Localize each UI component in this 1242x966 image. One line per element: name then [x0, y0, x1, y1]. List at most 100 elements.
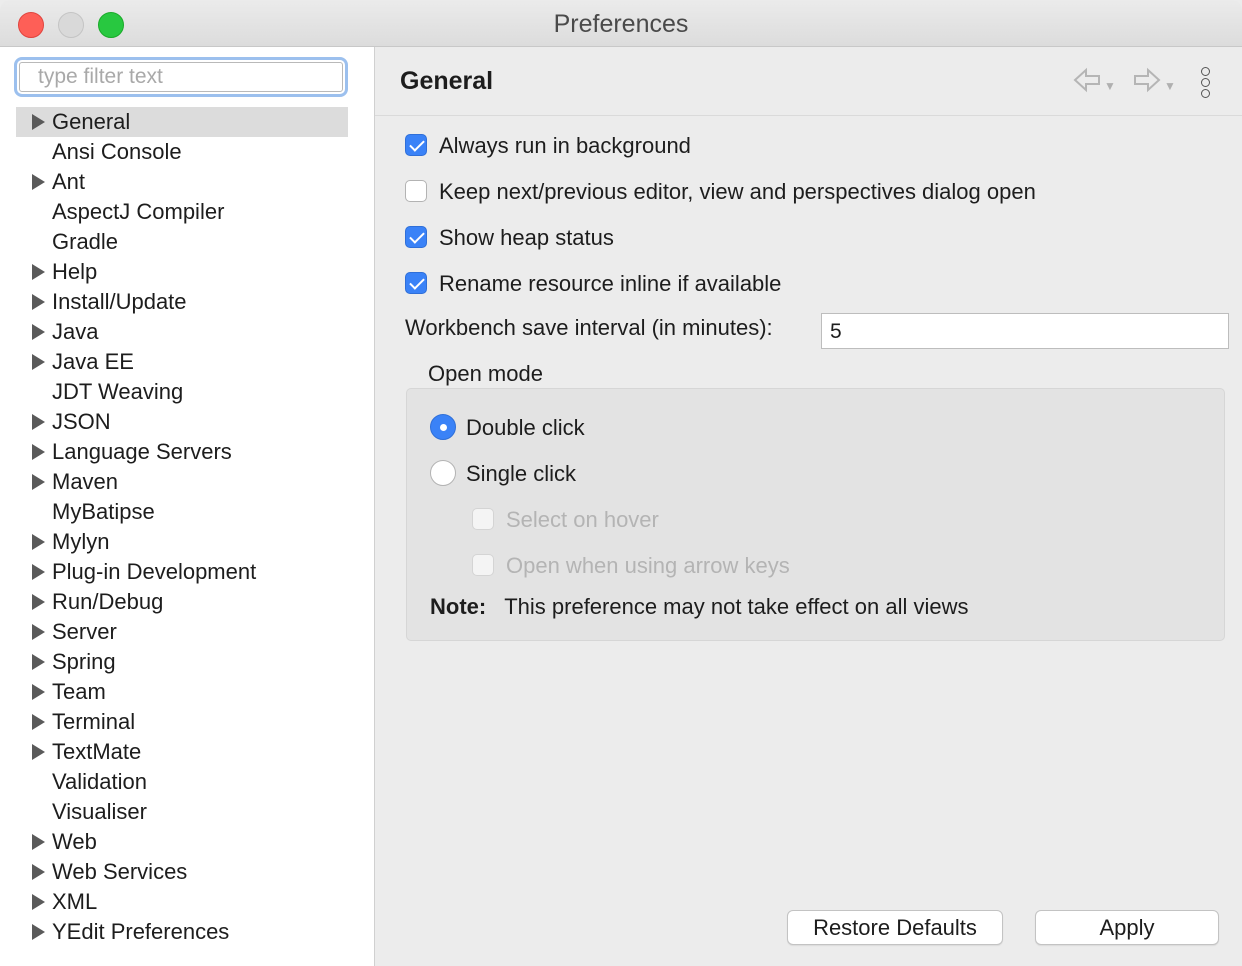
tree-item-mybatipse[interactable]: MyBatipse — [16, 497, 348, 527]
open-mode-group: Double click Single click Select on hove… — [406, 388, 1225, 641]
tree-item-gradle[interactable]: Gradle — [16, 227, 348, 257]
tree-item-maven[interactable]: Maven — [16, 467, 348, 497]
select-on-hover-checkbox — [472, 508, 494, 531]
preference-page: General ▼ ▼ Always run in background Kee… — [375, 47, 1242, 966]
save-interval-label: Workbench save interval (in minutes): — [405, 315, 773, 340]
expand-triangle-icon[interactable] — [32, 654, 45, 670]
expand-triangle-icon[interactable] — [32, 114, 45, 130]
double-click-option[interactable]: Double click — [430, 413, 585, 443]
tree-item-ant[interactable]: Ant — [16, 167, 348, 197]
tree-item-web[interactable]: Web — [16, 827, 348, 857]
tree-item-web-services[interactable]: Web Services — [16, 857, 348, 887]
always-run-background-option[interactable]: Always run in background — [405, 131, 691, 161]
show-heap-status-checkbox[interactable] — [405, 226, 427, 249]
apply-button[interactable]: Apply — [1035, 910, 1219, 945]
show-heap-status-option[interactable]: Show heap status — [405, 223, 614, 253]
tree-item-label: AspectJ Compiler — [52, 199, 225, 224]
select-on-hover-label: Select on hover — [506, 507, 659, 532]
tree-item-mylyn[interactable]: Mylyn — [16, 527, 348, 557]
tree-item-server[interactable]: Server — [16, 617, 348, 647]
tree-item-jdt-weaving[interactable]: JDT Weaving — [16, 377, 348, 407]
show-heap-status-label: Show heap status — [439, 225, 614, 250]
always-run-background-label: Always run in background — [439, 133, 691, 158]
expand-triangle-icon[interactable] — [32, 174, 45, 190]
tree-item-language-servers[interactable]: Language Servers — [16, 437, 348, 467]
back-button[interactable]: ▼ — [1072, 67, 1116, 95]
tree-item-label: Ansi Console — [52, 139, 182, 164]
tree-item-ansi-console[interactable]: Ansi Console — [16, 137, 348, 167]
tree-item-label: Mylyn — [52, 529, 110, 554]
tree-item-validation[interactable]: Validation — [16, 767, 348, 797]
tree-item-install-update[interactable]: Install/Update — [16, 287, 348, 317]
expand-triangle-icon[interactable] — [32, 474, 45, 490]
tree-item-general[interactable]: General — [16, 107, 348, 137]
filter-input[interactable] — [19, 62, 343, 92]
keep-dialog-open-checkbox[interactable] — [405, 180, 427, 203]
single-click-radio[interactable] — [430, 460, 456, 487]
tree-item-run-debug[interactable]: Run/Debug — [16, 587, 348, 617]
expand-triangle-icon[interactable] — [32, 444, 45, 460]
expand-triangle-icon[interactable] — [32, 624, 45, 640]
tree-item-java[interactable]: Java — [16, 317, 348, 347]
expand-triangle-icon[interactable] — [32, 564, 45, 580]
title-bar: Preferences — [0, 0, 1242, 47]
tree-item-label: JDT Weaving — [52, 379, 184, 404]
select-on-hover-option: Select on hover — [472, 505, 659, 535]
preferences-window: Preferences General Ansi Console Ant Aspect… — [0, 0, 1242, 966]
always-run-background-checkbox[interactable] — [405, 134, 427, 157]
tree-item-java-ee[interactable]: Java EE — [16, 347, 348, 377]
rename-inline-checkbox[interactable] — [405, 272, 427, 295]
expand-triangle-icon[interactable] — [32, 864, 45, 880]
expand-triangle-icon[interactable] — [32, 294, 45, 310]
note-label: Note: — [430, 594, 487, 619]
single-click-option[interactable]: Single click — [430, 459, 576, 489]
tree-item-label: Java — [52, 319, 99, 344]
expand-triangle-icon[interactable] — [32, 414, 45, 430]
tree-item-plug-in-development[interactable]: Plug-in Development — [16, 557, 348, 587]
tree-item-yedit-preferences[interactable]: YEdit Preferences — [16, 917, 348, 947]
preferences-sidebar: General Ansi Console Ant AspectJ Compiler Gr… — [0, 47, 375, 966]
tree-item-terminal[interactable]: Terminal — [16, 707, 348, 737]
tree-item-json[interactable]: JSON — [16, 407, 348, 437]
tree-item-label: Web — [52, 829, 97, 854]
tree-item-label: Help — [52, 259, 98, 284]
double-click-radio[interactable] — [430, 414, 456, 441]
tree-item-label: Web Services — [52, 859, 188, 884]
expand-triangle-icon[interactable] — [32, 684, 45, 700]
expand-triangle-icon[interactable] — [32, 264, 45, 280]
expand-triangle-icon[interactable] — [32, 834, 45, 850]
expand-triangle-icon[interactable] — [32, 894, 45, 910]
expand-triangle-icon[interactable] — [32, 534, 45, 550]
tree-item-aspectj-compiler[interactable]: AspectJ Compiler — [16, 197, 348, 227]
restore-defaults-button[interactable]: Restore Defaults — [787, 910, 1003, 945]
rename-inline-option[interactable]: Rename resource inline if available — [405, 269, 781, 299]
tree-item-label: Gradle — [52, 229, 119, 254]
save-interval-input[interactable]: 5 — [821, 313, 1229, 349]
tree-item-textmate[interactable]: TextMate — [16, 737, 348, 767]
tree-item-visualiser[interactable]: Visualiser — [16, 797, 348, 827]
expand-triangle-icon[interactable] — [32, 324, 45, 340]
tree-item-team[interactable]: Team — [16, 677, 348, 707]
rename-inline-label: Rename resource inline if available — [439, 271, 782, 296]
open-arrow-keys-option: Open when using arrow keys — [472, 551, 790, 581]
tree-item-label: Maven — [52, 469, 119, 494]
tree-item-spring[interactable]: Spring — [16, 647, 348, 677]
forward-dropdown-icon: ▼ — [1164, 79, 1176, 94]
keep-dialog-open-option[interactable]: Keep next/previous editor, view and pers… — [405, 177, 1036, 207]
expand-triangle-icon[interactable] — [32, 354, 45, 370]
back-dropdown-icon: ▼ — [1104, 79, 1116, 94]
view-menu-icon[interactable] — [1201, 67, 1213, 99]
tree-item-label: General — [52, 109, 131, 134]
expand-triangle-icon[interactable] — [32, 924, 45, 940]
expand-triangle-icon[interactable] — [32, 594, 45, 610]
tree-item-label: XML — [52, 889, 98, 914]
tree-item-label: TextMate — [52, 739, 142, 764]
expand-triangle-icon[interactable] — [32, 714, 45, 730]
tree-item-label: Plug-in Development — [52, 559, 257, 584]
forward-button[interactable]: ▼ — [1132, 67, 1176, 95]
tree-item-xml[interactable]: XML — [16, 887, 348, 917]
expand-triangle-icon[interactable] — [32, 744, 45, 760]
tree-item-help[interactable]: Help — [16, 257, 348, 287]
page-header: General ▼ ▼ — [375, 47, 1242, 116]
open-arrow-keys-label: Open when using arrow keys — [506, 553, 790, 578]
